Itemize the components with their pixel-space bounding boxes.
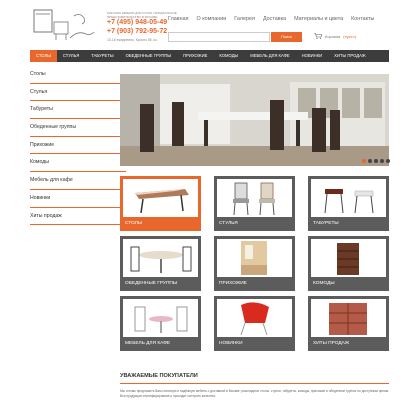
sidebar-item-hallways[interactable]: Прихожие — [30, 137, 126, 155]
sidebar: Столы Стулья Табуреты Обеденные группы П… — [30, 66, 126, 226]
menu-item-bestsellers[interactable]: ХИТЫ ПРОДАЖ — [328, 50, 372, 62]
category-tile-bestsellers[interactable]: ХИТЫ ПРОДАЖ — [308, 296, 389, 351]
top-nav-contacts[interactable]: Контакты — [351, 16, 374, 22]
slider-dot[interactable] — [362, 159, 366, 163]
tile-label: МЕБЕЛЬ ДЛЯ КАФЕ — [125, 341, 171, 346]
tile-label: СТОЛЫ — [125, 221, 143, 226]
hero-slider[interactable] — [120, 74, 389, 166]
sidebar-item-chairs[interactable]: Стулья — [30, 84, 126, 102]
new-products-image — [217, 299, 292, 337]
menu-item-chairs[interactable]: СТУЛЬЯ — [57, 50, 85, 62]
cart-icon — [314, 33, 322, 39]
cafe-furniture-image — [123, 299, 198, 337]
about-text: Мы готовы предложить Вам стильную и надё… — [120, 389, 389, 398]
slider-dots — [362, 159, 390, 163]
bestsellers-image — [311, 299, 386, 337]
tile-label: НОВИНКИ — [219, 341, 243, 346]
address: 10-18 ежедневно, Кросно 85, кс. — [107, 38, 158, 42]
category-tile-chairs[interactable]: СТУЛЬЯ — [214, 176, 295, 231]
slider-dot[interactable] — [368, 159, 372, 163]
sidebar-item-tables[interactable]: Столы — [30, 66, 126, 84]
dressers-image — [311, 239, 386, 277]
tables-image — [123, 179, 198, 217]
top-nav-delivery[interactable]: Доставка — [263, 16, 286, 22]
top-nav-materials[interactable]: Материалы и цвета — [294, 16, 343, 22]
tile-label: СТУЛЬЯ — [219, 221, 238, 226]
slider-dot[interactable] — [374, 159, 378, 163]
sidebar-item-cafe-furniture[interactable]: Мебель для кафе — [30, 172, 126, 190]
top-nav-gallery[interactable]: Галерея — [234, 16, 255, 22]
search-button[interactable]: Поиск — [271, 32, 302, 42]
menu-item-dining-sets[interactable]: ОБЕДЕННЫЕ ГРУППЫ — [120, 50, 178, 62]
divider — [120, 383, 389, 384]
top-nav-about[interactable]: О компании — [197, 16, 227, 22]
tile-label: ХИТЫ ПРОДАЖ — [313, 341, 350, 346]
menu-item-tables[interactable]: СТОЛЫ — [30, 50, 57, 62]
category-tile-dining-sets[interactable]: ОБЕДЕННЫЕ ГРУППЫ — [120, 236, 201, 291]
main-menu: СТОЛЫ СТУЛЬЯ ТАБУРЕТЫ ОБЕДЕННЫЕ ГРУППЫ П… — [30, 50, 389, 62]
category-tile-hallways[interactable]: ПРИХОЖИЕ — [214, 236, 295, 291]
menu-item-dressers[interactable]: КОМОДЫ — [213, 50, 244, 62]
category-tile-dressers[interactable]: КОМОДЫ — [308, 236, 389, 291]
tile-label: КОМОДЫ — [313, 281, 335, 286]
top-nav: Главная О компании Галерея Доставка Мате… — [168, 16, 382, 22]
sidebar-item-bestsellers[interactable]: Хиты продаж — [30, 208, 126, 226]
slogan: МАГАЗИН МЕБЕЛИ ДЛЯ КУХНИ ОФИЦИАЛЬНОЕ ПРЕ… — [107, 11, 177, 19]
tile-label: ОБЕДЕННЫЕ ГРУППЫ — [125, 281, 178, 286]
cart-label: Корзина — [325, 33, 341, 39]
phone-secondary[interactable]: +7 (903) 792-95-72 — [107, 28, 167, 35]
menu-item-cafe-furniture[interactable]: МЕБЕЛЬ ДЛЯ КАФЕ — [244, 50, 295, 62]
logo[interactable] — [30, 8, 96, 42]
dining-sets-image — [123, 239, 198, 277]
tile-label: ТАБУРЕТЫ — [313, 221, 339, 226]
page: МАГАЗИН МЕБЕЛИ ДЛЯ КУХНИ ОФИЦИАЛЬНОЕ ПРЕ… — [16, 0, 396, 412]
sidebar-item-new[interactable]: Новинки — [30, 190, 126, 208]
slider-dot[interactable] — [386, 159, 390, 163]
tile-label: ПРИХОЖИЕ — [219, 281, 247, 286]
category-tile-new[interactable]: НОВИНКИ — [214, 296, 295, 351]
cart-count: (пусто) — [343, 33, 357, 39]
search-input[interactable] — [168, 32, 270, 42]
stools-image — [311, 179, 386, 217]
menu-item-hallways[interactable]: ПРИХОЖИЕ — [177, 50, 213, 62]
hallways-image — [217, 239, 292, 277]
menu-item-stools[interactable]: ТАБУРЕТЫ — [85, 50, 119, 62]
sidebar-item-stools[interactable]: Табуреты — [30, 101, 126, 120]
slider-dot[interactable] — [380, 159, 384, 163]
category-tile-tables[interactable]: СТОЛЫ — [120, 176, 201, 231]
phone-primary[interactable]: +7 (495) 948-05-49 — [107, 19, 167, 26]
hero-image — [120, 74, 389, 166]
logo-icon — [33, 9, 95, 40]
category-tile-stools[interactable]: ТАБУРЕТЫ — [308, 176, 389, 231]
chairs-image — [217, 179, 292, 217]
category-tile-cafe-furniture[interactable]: МЕБЕЛЬ ДЛЯ КАФЕ — [120, 296, 201, 351]
cart[interactable]: Корзина (пусто) — [314, 33, 356, 39]
top-nav-home[interactable]: Главная — [168, 16, 189, 22]
about-title: УВАЖАЕМЫЕ ПОКУПАТЕЛИ — [120, 373, 198, 379]
sidebar-item-dressers[interactable]: Комоды — [30, 154, 126, 173]
menu-item-new[interactable]: НОВИНКИ — [296, 50, 329, 62]
sidebar-item-dining-sets[interactable]: Обеденные группы — [30, 119, 126, 137]
